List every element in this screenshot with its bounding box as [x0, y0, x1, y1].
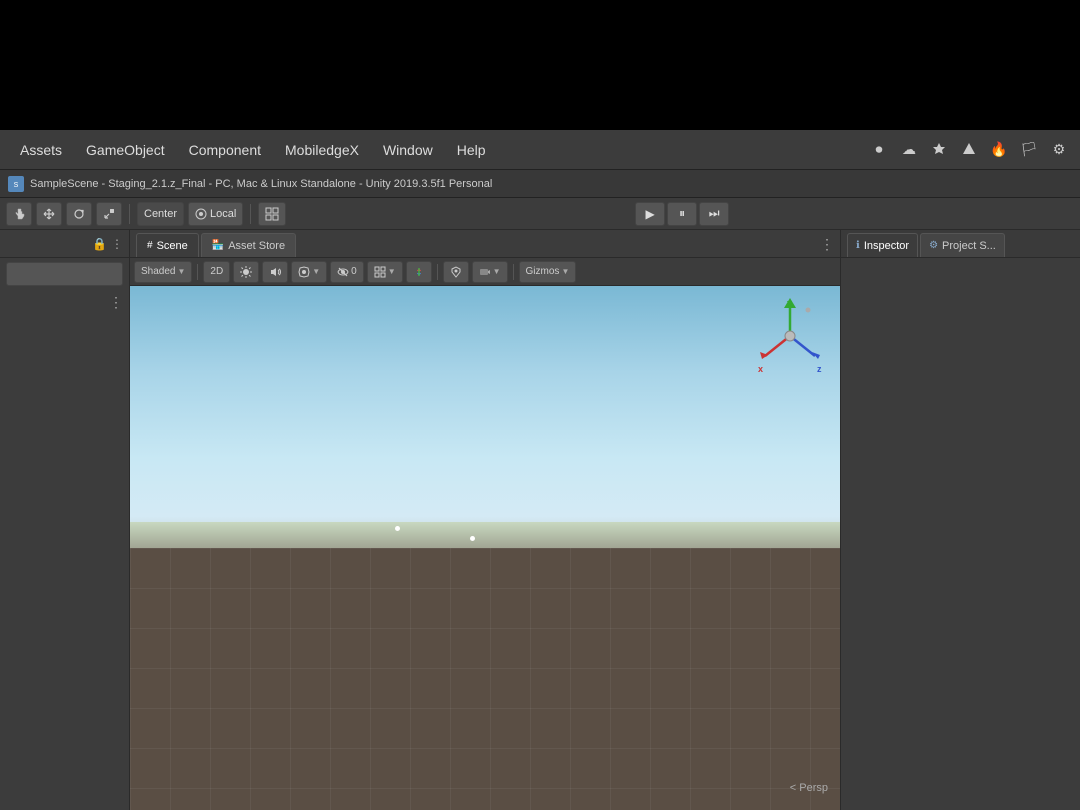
inspector-tab-label: Inspector: [864, 240, 909, 252]
scene-viewport[interactable]: x y z < Persp: [130, 286, 840, 810]
effects-toggle-button[interactable]: ▼: [291, 261, 327, 283]
play-button[interactable]: ▶: [635, 202, 665, 226]
asset-store-tab-icon: 🏪: [212, 240, 224, 251]
camera-dropdown-button[interactable]: ▼: [472, 261, 508, 283]
persp-label: < Persp: [790, 782, 828, 794]
shading-mode-label: Shaded: [141, 266, 175, 277]
audio-toggle-button[interactable]: [262, 261, 288, 283]
grid-tool-button[interactable]: [258, 202, 286, 226]
step-button[interactable]: ⏭: [699, 202, 729, 226]
cloud-icon[interactable]: ☁: [898, 139, 920, 161]
hierarchy-search[interactable]: [6, 262, 123, 286]
hand-tool-button[interactable]: [6, 202, 32, 226]
menu-component[interactable]: Component: [179, 138, 271, 162]
ground-grid: [130, 548, 840, 810]
title-bar-region: [0, 0, 1080, 130]
shading-dropdown-arrow: ▼: [177, 267, 185, 276]
menu-mobiledgex[interactable]: MobiledgeX: [275, 138, 369, 162]
tab-inspector[interactable]: ℹ Inspector: [847, 233, 918, 257]
center-button[interactable]: Center: [137, 202, 184, 226]
hierarchy-options-icon[interactable]: ⋮: [109, 294, 123, 311]
scene-title-text: SampleScene - Staging_2.1.z_Final - PC, …: [30, 178, 492, 190]
gizmos-dropdown-arrow: ▼: [561, 267, 569, 276]
gizmos-button[interactable]: Gizmos ▼: [519, 261, 577, 283]
svg-text:y: y: [787, 298, 792, 308]
2d-toggle-button[interactable]: 2D: [203, 261, 230, 283]
inspector-tabs: ℹ Inspector ⚙ Project S...: [841, 230, 1080, 258]
menu-gameobject[interactable]: GameObject: [76, 138, 175, 162]
effects-dropdown-arrow: ▼: [312, 267, 320, 276]
menu-bar: Assets GameObject Component MobiledgeX W…: [0, 130, 1080, 170]
tab-asset-store[interactable]: 🏪 Asset Store: [201, 233, 296, 257]
gizmos-label: Gizmos: [526, 266, 560, 277]
scene-object-2: [470, 536, 475, 541]
project-settings-tab-icon: ⚙: [929, 240, 938, 251]
scene-tab-label: Scene: [157, 240, 188, 252]
record-icon[interactable]: ⏺: [868, 139, 890, 161]
hierarchy-content: ⋮: [0, 290, 129, 810]
main-toolbar: Center Local ▶ ⏸ ⏭: [0, 198, 1080, 230]
inspector-panel: ℹ Inspector ⚙ Project S...: [840, 230, 1080, 810]
toolbar-icons: ⏺ ☁ 🔥 🏳 ⚙: [868, 139, 1070, 161]
asset-store-tab-label: Asset Store: [228, 240, 285, 252]
scene-file-icon: S: [8, 176, 24, 192]
svg-text:S: S: [14, 182, 19, 189]
hierarchy-header: 🔒 ⋮: [0, 230, 129, 258]
gizmo-svg: x y z: [750, 296, 830, 376]
scene-toolbar-sep-2: [437, 264, 438, 280]
svg-text:z: z: [817, 364, 822, 374]
flag-icon[interactable]: 🏳: [1018, 139, 1040, 161]
menu-window[interactable]: Window: [373, 138, 443, 162]
inspector-content: [841, 258, 1080, 810]
hierarchy-menu-icon[interactable]: ⋮: [111, 237, 123, 251]
gizmo-tool-button[interactable]: [406, 261, 432, 283]
tab-scene[interactable]: # Scene: [136, 233, 199, 257]
scale-tool-button[interactable]: [96, 202, 122, 226]
scene-view-container: # Scene 🏪 Asset Store ⋮ Shaded ▼ 2D: [130, 230, 840, 810]
main-area: 🔒 ⋮ ⋮ # Scene 🏪 Asset Store ⋮ Shaded: [0, 230, 1080, 810]
settings-icon[interactable]: ⚙: [1048, 139, 1070, 161]
shading-mode-dropdown[interactable]: Shaded ▼: [134, 261, 192, 283]
unity-icon[interactable]: [958, 139, 980, 161]
snap-settings-button[interactable]: [443, 261, 469, 283]
lock-icon[interactable]: 🔒: [92, 237, 107, 251]
local-button[interactable]: Local: [188, 202, 243, 226]
scene-tabs-options-icon[interactable]: ⋮: [820, 236, 834, 257]
scene-tab-icon: #: [147, 240, 153, 251]
move-tool-button[interactable]: [36, 202, 62, 226]
occlusion-label: 0: [351, 266, 357, 277]
scene-toolbar-sep-1: [197, 264, 198, 280]
3d-gizmo[interactable]: x y z: [750, 296, 830, 376]
local-label: Local: [210, 208, 236, 220]
scene-object-1: [395, 526, 400, 531]
scene-title-bar: S SampleScene - Staging_2.1.z_Final - PC…: [0, 170, 1080, 198]
rotate-tool-button[interactable]: [66, 202, 92, 226]
lighting-toggle-button[interactable]: [233, 261, 259, 283]
inspector-tab-icon: ℹ: [856, 240, 860, 251]
play-controls: ▶ ⏸ ⏭: [635, 202, 729, 226]
ship-icon[interactable]: [928, 139, 950, 161]
tab-project-settings[interactable]: ⚙ Project S...: [920, 233, 1005, 257]
center-label: Center: [144, 208, 177, 220]
flame-icon[interactable]: 🔥: [988, 139, 1010, 161]
grid-dropdown-button[interactable]: ▼: [367, 261, 403, 283]
toolbar-separator-1: [129, 204, 130, 224]
grid-dropdown-arrow: ▼: [388, 267, 396, 276]
pause-button[interactable]: ⏸: [667, 202, 697, 226]
scene-toolbar: Shaded ▼ 2D: [130, 258, 840, 286]
project-settings-tab-label: Project S...: [942, 240, 996, 252]
camera-dropdown-arrow: ▼: [493, 267, 501, 276]
occlusion-toggle-button[interactable]: 0: [330, 261, 364, 283]
scene-toolbar-sep-3: [513, 264, 514, 280]
menu-help[interactable]: Help: [447, 138, 496, 162]
svg-text:x: x: [758, 364, 763, 374]
scene-tabs: # Scene 🏪 Asset Store ⋮: [130, 230, 840, 258]
2d-label: 2D: [210, 266, 223, 277]
hierarchy-panel: 🔒 ⋮ ⋮: [0, 230, 130, 810]
menu-assets[interactable]: Assets: [10, 138, 72, 162]
toolbar-separator-2: [250, 204, 251, 224]
